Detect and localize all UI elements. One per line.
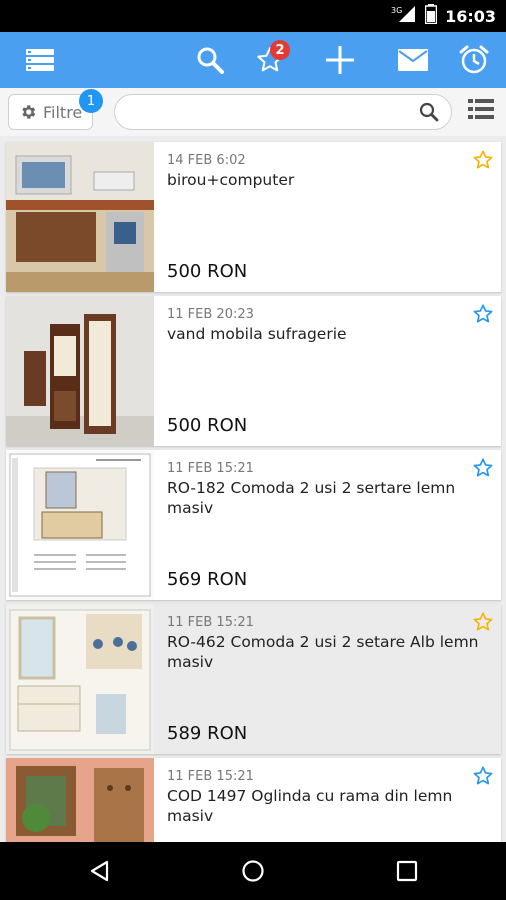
listing-date: 14 FEB 6:02	[167, 153, 246, 168]
listing-date: 11 FEB 20:23	[167, 307, 254, 322]
listing-date: 11 FEB 15:21	[167, 769, 254, 784]
filter-label: Filtre	[43, 102, 83, 122]
listing-price: 500 RON	[167, 415, 248, 436]
recents-button[interactable]	[367, 842, 447, 900]
view-toggle-button[interactable]	[468, 98, 496, 126]
favorites-button[interactable]: 2	[242, 32, 298, 88]
listing-card[interactable]: 11 FEB 15:21 RO-182 Comoda 2 usi 2 serta…	[6, 450, 501, 600]
mail-icon	[398, 49, 428, 71]
back-icon	[90, 860, 109, 882]
listing-title: vand mobila sufragerie	[167, 325, 347, 343]
gear-icon	[22, 105, 36, 119]
search-box[interactable]	[114, 94, 452, 130]
listing-title: COD 1497 Oglinda cu rama din lemn masiv	[167, 787, 453, 825]
plus-icon	[326, 46, 354, 74]
svg-text:3G: 3G	[391, 6, 402, 15]
star-icon[interactable]	[472, 457, 494, 479]
menu-button[interactable]	[12, 32, 68, 88]
star-icon[interactable]	[472, 765, 494, 787]
recents-icon	[396, 860, 418, 882]
signal-icon: 3G	[391, 5, 417, 27]
listing-thumbnail	[6, 142, 154, 292]
alarm-icon	[459, 45, 489, 74]
list-view-icon	[468, 99, 494, 119]
battery-icon	[424, 4, 438, 28]
home-button[interactable]	[213, 842, 293, 900]
home-icon	[242, 860, 264, 882]
filter-button[interactable]: Filtre 1	[8, 89, 103, 130]
status-time: 16:03	[445, 6, 496, 26]
listing-card[interactable]: 11 FEB 20:23 vand mobila sufragerie 500 …	[6, 296, 501, 446]
listing-price: 569 RON	[167, 569, 248, 590]
search-icon	[197, 47, 224, 74]
messages-button[interactable]	[385, 32, 441, 88]
filter-badge: 1	[79, 89, 103, 113]
alerts-button[interactable]	[446, 32, 502, 88]
star-icon[interactable]	[472, 149, 494, 171]
listing-thumbnail	[6, 604, 154, 754]
listing-thumbnail	[6, 450, 154, 600]
back-button[interactable]	[60, 842, 140, 900]
search-button[interactable]	[182, 32, 238, 88]
search-input[interactable]	[129, 95, 409, 129]
listing-title: RO-182 Comoda 2 usi 2 sertare lemn masiv	[167, 479, 456, 517]
favorites-badge: 2	[270, 40, 290, 60]
navigation-bar	[0, 842, 506, 900]
listing-price: 589 RON	[167, 723, 248, 744]
listing-card[interactable]: 14 FEB 6:02 birou+computer 500 RON	[6, 142, 501, 292]
listing-date: 11 FEB 15:21	[167, 461, 254, 476]
listing-price: 500 RON	[167, 261, 248, 282]
search-icon[interactable]	[419, 102, 439, 122]
app-bar: 2	[0, 32, 506, 88]
star-icon[interactable]	[472, 303, 494, 325]
listing-title: birou+computer	[167, 171, 295, 189]
filter-bar: Filtre 1	[0, 88, 506, 136]
listing-card[interactable]: 11 FEB 15:21 RO-462 Comoda 2 usi 2 setar…	[6, 604, 501, 754]
star-icon[interactable]	[472, 611, 494, 633]
status-icons: 3G 16:03	[391, 0, 496, 32]
listing-thumbnail	[6, 296, 154, 446]
listing-title: RO-462 Comoda 2 usi 2 setare Alb lemn ma…	[167, 633, 479, 671]
listing-date: 11 FEB 15:21	[167, 615, 254, 630]
menu-icon	[26, 49, 54, 71]
status-bar: 3G 16:03	[0, 0, 506, 32]
add-listing-button[interactable]	[312, 32, 368, 88]
